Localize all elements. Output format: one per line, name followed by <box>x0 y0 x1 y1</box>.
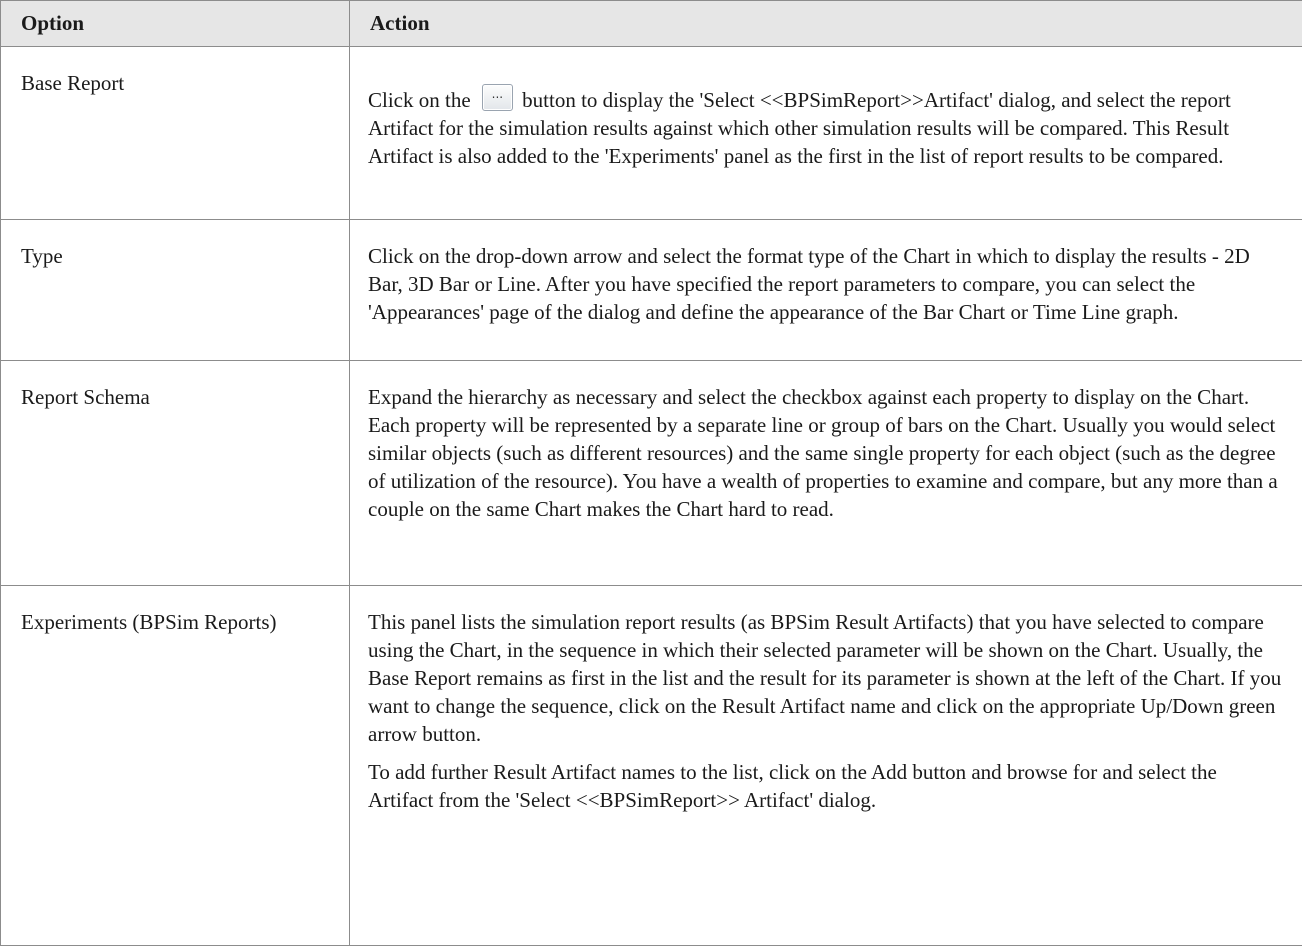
option-cell: Experiments (BPSim Reports) <box>1 586 350 946</box>
option-cell: Type <box>1 220 350 361</box>
browse-button-icon: ... <box>482 84 513 111</box>
action-cell: Click on the ... button to display the '… <box>350 47 1302 220</box>
action-note: To add further Result Artifact names to … <box>368 758 1286 814</box>
action-text-lead: Click on the <box>368 88 476 112</box>
action-column-header: Action <box>350 1 1302 47</box>
action-cell: Expand the hierarchy as necessary and se… <box>350 361 1302 586</box>
options-table: Option Action Base Report Click on the .… <box>0 0 1302 946</box>
option-cell: Report Schema <box>1 361 350 586</box>
action-text: This panel lists the simulation report r… <box>368 608 1286 748</box>
ellipsis-icon: ... <box>483 87 512 101</box>
option-column-header: Option <box>1 1 350 47</box>
action-text: Click on the drop-down arrow and select … <box>368 242 1286 326</box>
action-text: Click on the ... button to display the '… <box>368 84 1286 170</box>
action-cell: This panel lists the simulation report r… <box>350 586 1302 946</box>
action-cell: Click on the drop-down arrow and select … <box>350 220 1302 361</box>
table-row-type: Type Click on the drop-down arrow and se… <box>1 220 1302 361</box>
action-text: Expand the hierarchy as necessary and se… <box>368 383 1286 523</box>
option-text: Experiments (BPSim Reports) <box>21 608 291 636</box>
table-row-experiments: Experiments (BPSim Reports) This panel l… <box>1 586 1302 946</box>
table-row-report-schema: Report Schema Expand the hierarchy as ne… <box>1 361 1302 586</box>
table-header-row: Option Action <box>1 1 1302 47</box>
option-cell: Base Report <box>1 47 350 220</box>
table-row-base-report: Base Report Click on the ... button to d… <box>1 47 1302 220</box>
